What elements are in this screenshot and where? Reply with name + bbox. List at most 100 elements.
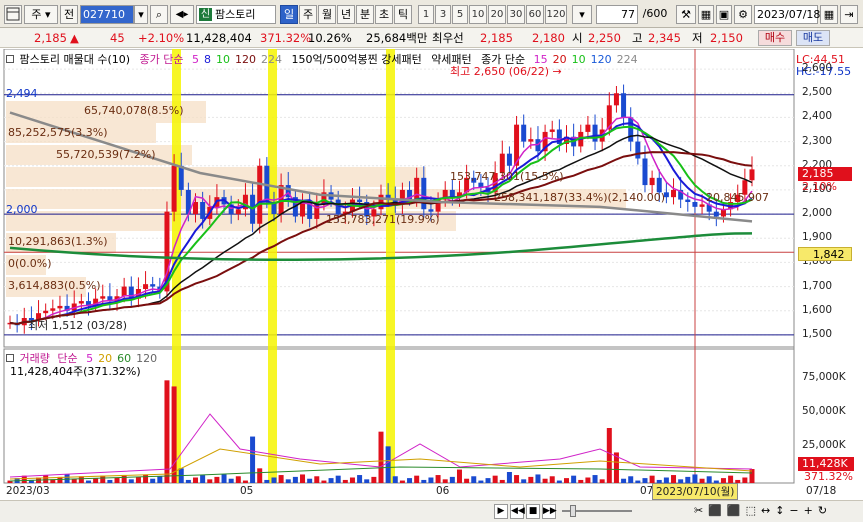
chart-type-icon[interactable] <box>4 5 22 24</box>
scroll-right-button[interactable]: ▶ <box>494 504 508 519</box>
expand-icon[interactable]: ⇥ <box>840 5 858 24</box>
candle-body-89 <box>642 158 648 186</box>
volume-bar-16 <box>121 475 127 483</box>
volume-bar-35 <box>257 468 263 483</box>
chart-tools-icon[interactable]: ⚒ <box>676 5 696 24</box>
volume-current-marker: 11,428K <box>798 457 854 471</box>
minute-dropdown[interactable]: ▾ <box>572 5 592 24</box>
period-tab-5[interactable]: 초 <box>375 5 393 24</box>
legend-settings-icon[interactable] <box>6 55 14 63</box>
cursor-date: 2023/07/10(월) <box>652 483 739 500</box>
minute-tab-120[interactable]: 120 <box>545 5 567 24</box>
sell-button[interactable]: 매도 <box>796 30 830 46</box>
period-tab-6[interactable]: 틱 <box>394 5 412 24</box>
display-count: 77 <box>621 8 635 21</box>
volume-bar-67 <box>485 478 491 483</box>
legend-title: 팜스토리 매물대 수(10) <box>19 53 131 66</box>
chart-area[interactable]: 팜스토리 매물대 수(10) 종가 단순 5 8 10 120 224 150억/500… <box>0 49 863 522</box>
price-change-pct: +2.10% <box>138 31 185 45</box>
candle-body-7 <box>57 305 63 309</box>
candle-body-49 <box>357 199 363 202</box>
best-quote-label: 최우선 <box>432 31 464 45</box>
open-label: 시 <box>572 31 583 45</box>
candle-body-58 <box>421 177 427 210</box>
volume-current-pct: 371.32% <box>804 470 853 483</box>
volume-bar-48 <box>349 477 355 483</box>
vp-label-5: 258,341,187(33.4%)(2,140.00) <box>494 191 666 204</box>
minute-tab-20[interactable]: 20 <box>488 5 506 24</box>
volume-ma-period-0: 5 <box>86 352 94 365</box>
candle-body-32 <box>235 209 241 215</box>
display-count-input[interactable]: 77 <box>596 5 638 24</box>
gear-icon[interactable]: ⚙ <box>734 5 752 24</box>
volume-bar-88 <box>635 480 641 483</box>
minute-tab-30[interactable]: 30 <box>507 5 525 24</box>
scroll-last-button[interactable]: ▶▶ <box>542 504 557 519</box>
volume-bar-25 <box>185 479 191 483</box>
vp-label-3: 55,720,539(7.2%) <box>56 148 156 161</box>
market-select[interactable]: 전 <box>60 5 78 24</box>
period-type-select[interactable]: 주 ▾ <box>24 5 58 24</box>
minute-tab-1[interactable]: 1 <box>418 5 434 24</box>
high-annotation: 최고 2,650 (06/22) → <box>450 65 562 78</box>
minute-tab-3[interactable]: 3 <box>435 5 451 24</box>
volume-bar-50 <box>364 479 370 483</box>
candle-body-57 <box>414 177 420 200</box>
count-total: /600 <box>642 7 668 20</box>
candle-body-59 <box>428 209 434 212</box>
minute-tab-5[interactable]: 5 <box>452 5 468 24</box>
candle-body-10 <box>78 301 84 304</box>
volume-bar-55 <box>399 480 405 483</box>
minute-tab-60[interactable]: 60 <box>526 5 544 24</box>
candle-body-5 <box>43 310 49 314</box>
grid-icon[interactable]: ▦ <box>698 5 714 24</box>
volume-bar-75 <box>542 478 548 483</box>
volume-bar-38 <box>278 475 284 483</box>
volume-bar-76 <box>549 476 555 483</box>
period-tab-2[interactable]: 월 <box>318 5 336 24</box>
volume-bar-26 <box>193 477 198 483</box>
date-label-3: 06 <box>436 485 450 497</box>
sound-icon[interactable]: ◀▸ <box>170 5 194 24</box>
zoom-slider-handle[interactable] <box>570 505 576 517</box>
stock-code-input[interactable]: 027710 <box>80 5 134 24</box>
date-label-2: 05 <box>240 485 254 497</box>
date-input[interactable]: 2023/07/18 <box>754 5 820 24</box>
buy-button[interactable]: 매수 <box>758 30 792 46</box>
stock-name-field[interactable]: 신 팜스토리 <box>196 5 276 24</box>
price-chart-svg[interactable] <box>0 49 863 522</box>
minute-tab-10[interactable]: 10 <box>469 5 487 24</box>
period-tab-4[interactable]: 분 <box>356 5 374 24</box>
bottom-scrollbar[interactable]: ▶ ◀◀ ■ ▶▶ ✂⬛⬛⬚↔↕−+↻ <box>0 500 863 522</box>
volume-bar-68 <box>492 475 498 483</box>
period-tab-1[interactable]: 주 <box>299 5 317 24</box>
vp-label-6: 153,783,271(19.9%) <box>326 213 440 226</box>
trade-volume: 11,428,404 <box>186 31 252 45</box>
candle-body-86 <box>621 93 627 118</box>
zoom-tools[interactable]: ✂⬛⬛⬚↔↕−+↻ <box>694 504 832 517</box>
volume-bar-79 <box>571 475 577 483</box>
period-tab-0[interactable]: 일 <box>280 5 298 24</box>
vp-label-4: 153,747,301(15.5%) <box>450 170 564 183</box>
candle-body-20 <box>150 284 156 287</box>
period-tab-3[interactable]: 년 <box>337 5 355 24</box>
volume-bar-20 <box>150 478 156 483</box>
ref-price-tag: 1,842 <box>813 248 845 261</box>
code-dropdown-button[interactable]: ▾ <box>134 5 148 24</box>
volume-ma-label: 단순 <box>57 352 78 365</box>
volume-bar-66 <box>478 480 484 483</box>
volume-bar-33 <box>242 480 248 483</box>
save-icon[interactable]: ▣ <box>716 5 732 24</box>
candle-body-41 <box>300 202 306 217</box>
search-icon[interactable]: ⌕ <box>150 5 168 24</box>
high-label: 고 <box>632 31 643 45</box>
volume-bar-18 <box>135 476 141 483</box>
volume-ma-period-1: 20 <box>98 352 113 365</box>
calendar-icon[interactable]: ▦ <box>820 5 838 24</box>
scroll-stop-button[interactable]: ■ <box>526 504 540 519</box>
volume-bar-32 <box>235 476 241 483</box>
volume-settings-icon[interactable] <box>6 354 14 362</box>
scroll-first-button[interactable]: ◀◀ <box>510 504 525 519</box>
legend-ma-period-1: 8 <box>204 53 212 66</box>
volume-bar-57 <box>414 475 420 483</box>
